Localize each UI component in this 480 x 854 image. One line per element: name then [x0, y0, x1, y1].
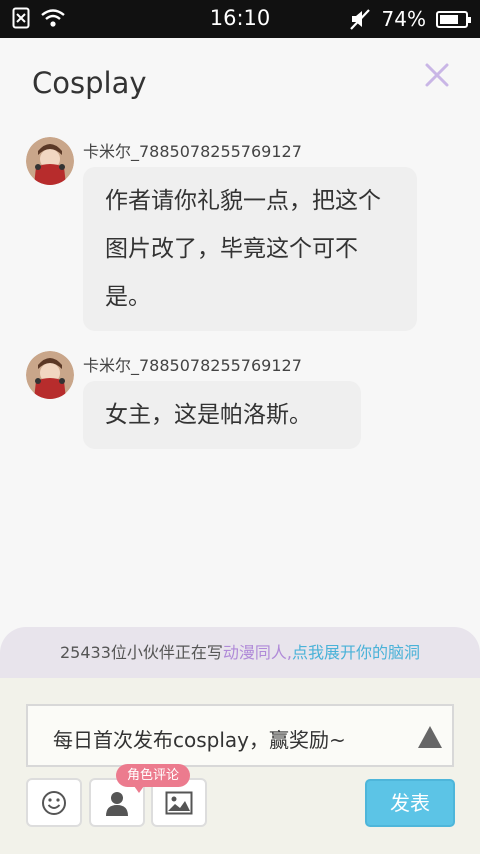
mute-icon [349, 9, 370, 30]
comment-input-text[interactable]: 每日首次发布cosplay，赢奖励~ [53, 724, 346, 753]
page-title: Cosplay [32, 66, 147, 100]
user-icon [106, 791, 128, 816]
comment-username[interactable]: 卡米尔_7885078255769127 [83, 138, 302, 162]
role-comment-tag: 角色评论 [116, 764, 191, 793]
status-bar: 16:10 74% [0, 0, 480, 38]
send-button[interactable]: 发表 [365, 779, 455, 827]
close-icon[interactable] [422, 60, 452, 90]
avatar[interactable] [26, 351, 74, 399]
image-icon [165, 791, 193, 814]
emoji-button[interactable] [26, 778, 82, 827]
banner-highlight-1[interactable]: 动漫同人, [223, 643, 292, 662]
banner-highlight-2[interactable]: 点我展开你的脑洞 [292, 643, 420, 662]
emoji-icon [42, 790, 66, 815]
composer: 每日首次发布cosplay，赢奖励~ 角色评论 发表 [0, 678, 480, 854]
expand-up-icon[interactable] [418, 726, 442, 748]
avatar[interactable] [26, 137, 74, 185]
comment-bubble: 女主，这是帕洛斯。 [83, 381, 361, 449]
banner-prefix: 25433位小伙伴正在写 [59, 643, 223, 662]
battery-percent: 74% [381, 7, 426, 31]
battery-icon [436, 10, 471, 28]
comment-input[interactable]: 每日首次发布cosplay，赢奖励~ [26, 704, 454, 767]
battery-fill [440, 14, 458, 24]
status-right: 74% [348, 7, 471, 31]
comment-bubble: 作者请你礼貌一点，把这个图片改了，毕竟这个可不是。 [83, 167, 417, 331]
comment-username[interactable]: 卡米尔_7885078255769127 [83, 352, 302, 376]
